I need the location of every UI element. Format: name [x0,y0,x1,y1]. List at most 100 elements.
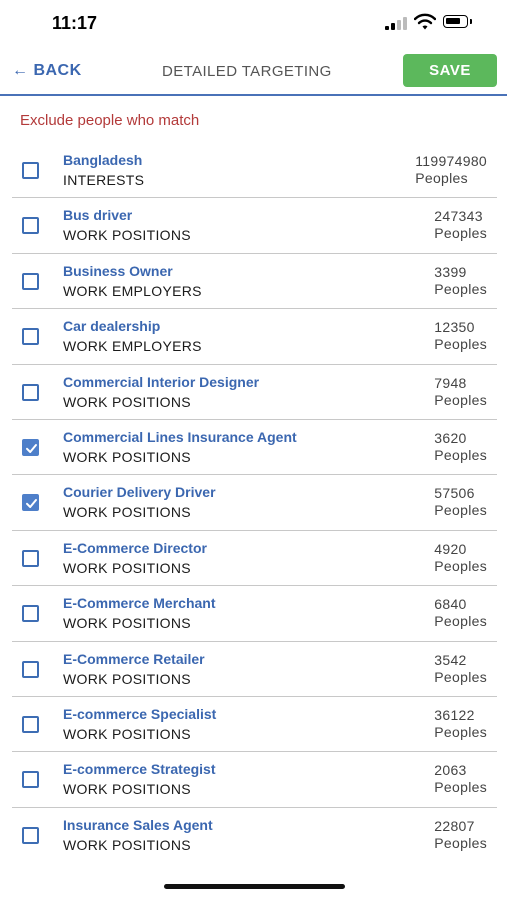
audience-count-unit: Peoples [434,336,487,353]
checkbox[interactable] [22,549,39,567]
audience-count-number: 119974980 [415,153,487,169]
audience-count: 57506 Peoples [434,485,487,519]
checkbox[interactable] [22,272,39,290]
list-item[interactable]: Commercial Lines Insurance Agent WORK POS… [0,420,507,476]
audience-count-number: 7948 [434,374,467,391]
cellular-signal-icon [385,16,407,30]
checkbox[interactable] [22,328,39,346]
list-item[interactable]: Car dealership WORK EMPLOYERS 12350 Peoples [0,309,507,365]
checkbox[interactable] [22,715,39,733]
item-name: E-Commerce Merchant [63,595,216,612]
audience-count-unit: Peoples [434,723,487,740]
item-type: WORK POSITIONS [63,836,191,853]
audience-count: 2063 Peoples [434,762,487,796]
list-item[interactable]: E-commerce Strategist WORK POSITIONS 2063 P… [0,752,507,808]
item-name: Business Owner [63,262,173,279]
item-name: E-Commerce Director [63,539,207,556]
audience-count: 3542 Peoples [434,652,487,686]
audience-count: 22807 Peoples [434,818,487,852]
list-item[interactable]: Bus driver WORK POSITIONS 247343 Peoples [0,198,507,254]
item-name: Courier Delivery Driver [63,484,216,501]
wifi-icon [413,13,437,31]
audience-count-unit: Peoples [434,834,487,851]
list-item[interactable]: Insurance Sales Agent WORK POSITIONS 22807… [0,808,507,863]
checkbox[interactable] [22,660,39,678]
item-name: Insurance Sales Agent [63,816,213,833]
item-type: WORK POSITIONS [63,448,191,465]
audience-count: 36122 Peoples [434,707,487,741]
audience-count-unit: Peoples [434,779,487,796]
item-name: Bangladesh [63,152,143,168]
audience-count-unit: Peoples [434,502,487,519]
checkbox[interactable] [22,771,39,789]
item-type: INTERESTS [63,172,145,188]
audience-count: 3620 Peoples [434,430,487,464]
list-item[interactable]: E-Commerce Retailer WORK POSITIONS 3542 Peo… [0,642,507,697]
item-name: E-commerce Strategist [63,761,216,778]
list-item[interactable]: Business Owner WORK EMPLOYERS 3399 Peoples [0,254,507,310]
list-item[interactable]: Bangladesh INTERESTS 119974980 Peoples [0,143,507,199]
status-time: 11:17 [52,13,98,33]
top-nav: ← BACK DETAILED TARGETING SAVE [0,48,507,96]
audience-count: 6840 Peoples [434,596,487,630]
checkmark-icon [26,499,37,509]
audience-count-unit: Peoples [434,280,487,297]
item-type: WORK POSITIONS [63,781,191,798]
list-item[interactable]: E-Commerce Merchant WORK POSITIONS 6840 Peo… [0,586,507,642]
audience-count-number: 3399 [434,263,467,280]
home-indicator [164,884,345,889]
item-name: E-commerce Specialist [63,705,217,722]
audience-count: 12350 Peoples [434,319,487,353]
item-name: Commercial Interior Designer [63,373,260,390]
audience-count-unit: Peoples [434,613,487,630]
item-type: WORK POSITIONS [63,725,191,742]
checkbox-checked[interactable] [22,438,39,456]
targeting-list: Bangladesh INTERESTS 119974980 Peoples Bus d… [0,143,507,863]
list-item[interactable]: E-Commerce Director WORK POSITIONS 4920 Peo… [0,531,507,587]
list-item[interactable]: Courier Delivery Driver WORK POSITIONS 575… [0,475,507,531]
battery-icon [443,15,472,28]
audience-count: 7948 Peoples [434,375,487,409]
audience-count-number: 247343 [434,208,483,225]
checkbox[interactable] [22,217,39,235]
checkbox[interactable] [22,605,39,623]
audience-count-number: 3620 [434,429,467,446]
audience-count-number: 6840 [434,596,467,613]
audience-count-number: 22807 [434,817,475,834]
page-title: DETAILED TARGETING [162,63,332,80]
save-button[interactable]: SAVE [403,54,497,87]
audience-count-number: 4920 [434,540,467,557]
audience-count-number: 36122 [434,706,475,723]
list-item[interactable]: E-commerce Specialist WORK POSITIONS 36122… [0,697,507,753]
item-name: Car dealership [63,318,161,335]
checkbox-checked[interactable] [22,494,39,512]
audience-count-unit: Peoples [434,391,487,408]
item-type: WORK EMPLOYERS [63,282,202,299]
back-button[interactable]: ← BACK [12,62,82,80]
audience-count-unit: Peoples [434,446,487,463]
audience-count-number: 3542 [434,651,467,668]
audience-count: 247343 Peoples [434,208,487,242]
item-name: Bus driver [63,207,133,224]
audience-count-number: 57506 [434,485,475,502]
item-type: WORK POSITIONS [63,615,191,632]
item-type: WORK POSITIONS [63,559,191,576]
checkmark-icon [26,443,37,453]
checkbox[interactable] [22,826,39,844]
exclude-section-label: Exclude people who match [20,112,200,129]
audience-count: 4920 Peoples [434,541,487,575]
item-type: WORK POSITIONS [63,227,191,244]
checkbox[interactable] [22,383,39,401]
audience-count-number: 12350 [434,319,475,336]
item-type: WORK POSITIONS [63,670,191,687]
status-bar: 11:17 [0,0,507,48]
audience-count-unit: Peoples [434,557,487,574]
audience-count: 119974980 Peoples [415,153,487,187]
item-type: WORK POSITIONS [63,393,191,410]
audience-count: 3399 Peoples [434,264,487,298]
checkbox[interactable] [22,162,39,179]
list-item[interactable]: Commercial Interior Designer WORK POSITIO… [0,365,507,420]
audience-count-number: 2063 [434,762,467,779]
item-type: WORK POSITIONS [63,504,191,521]
item-type: WORK EMPLOYERS [63,338,202,355]
